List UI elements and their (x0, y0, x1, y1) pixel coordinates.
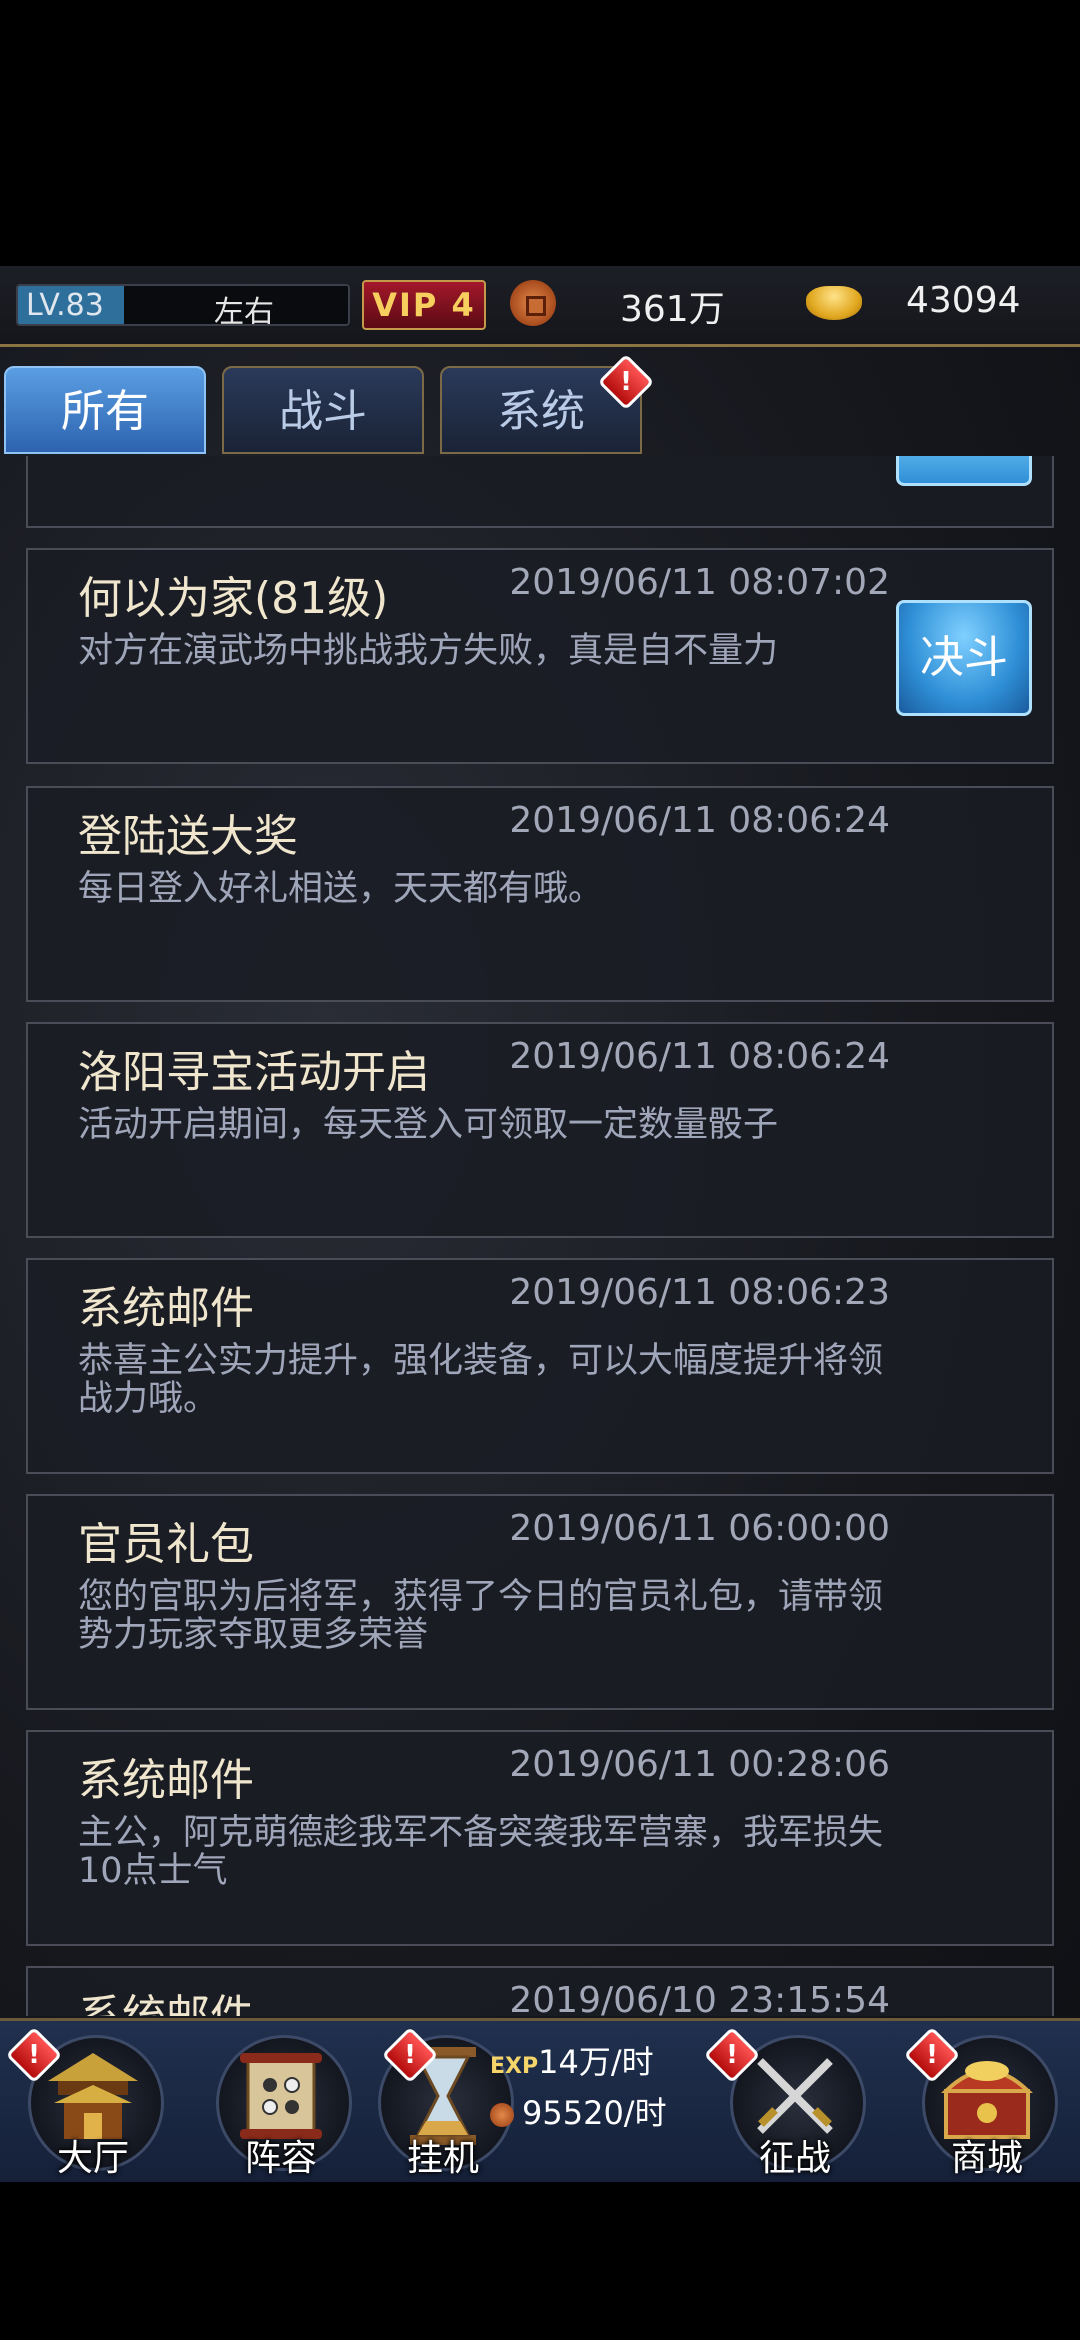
duel-button[interactable]: 决斗 (896, 600, 1032, 716)
tab-system-label: 系统 (497, 386, 585, 437)
mail-body: 对方在演武场中挑战我方失败，真是自不量力 (78, 631, 779, 671)
mail-title: 洛阳寻宝活动开启 (78, 1047, 430, 1098)
nav-hall[interactable]: 大厅 ! (5, 2026, 168, 2179)
mail-body: 每日登入好礼相送，天天都有哦。 (78, 869, 604, 909)
player-name: 左右 (214, 295, 274, 326)
mail-card[interactable]: 系统邮件 2019/06/11 08:06:23 恭喜主公实力提升，强化装备，可… (26, 1258, 1054, 1474)
mail-time: 2019/06/11 00:28:06 (509, 1744, 890, 1785)
mail-body: 恭喜主公实力提升，强化装备，可以大幅度提升将领战力哦。 (78, 1341, 884, 1419)
bottom-nav: 大厅 ! 阵容 挂机 ! EXP14万/时 95520/时 征战 ! 商城 ! (0, 2018, 1080, 2182)
duel-button-partial[interactable] (896, 456, 1032, 486)
nav-label: 挂机 (406, 2138, 479, 2179)
mail-body: 主公，阿克萌德趁我军不备突袭我军营寨，我军损失10点士气 (78, 1813, 884, 1891)
coin-icon (490, 2103, 514, 2127)
mail-list[interactable]: 何以为家(81级) 2019/06/11 08:07:02 对方在演武场中挑战我… (0, 456, 1080, 2016)
coin-amount: 361万 (620, 289, 725, 330)
tab-battle[interactable]: 战斗 (222, 366, 424, 454)
gold-amount: 43094 (906, 280, 1021, 321)
mail-time: 2019/06/11 08:06:24 (509, 1036, 890, 1077)
mail-card[interactable]: 官员礼包 2019/06/11 06:00:00 您的官职为后将军，获得了今日的… (26, 1494, 1054, 1710)
nav-label: 征战 (758, 2138, 831, 2179)
nav-shop[interactable]: 商城 ! (903, 2026, 1062, 2179)
mail-card[interactable]: 系统邮件 2019/06/10 23:15:54 (26, 1966, 1054, 2016)
idle-income: EXP14万/时 95520/时 (490, 2039, 667, 2136)
mail-title: 系统邮件 (78, 1755, 254, 1806)
status-bar: LV.83 左右 VIP 4 361万 43094 (0, 266, 1080, 347)
mail-time: 2019/06/11 06:00:00 (509, 1508, 890, 1549)
nav-label: 阵容 (244, 2138, 317, 2179)
gold-ingot-icon[interactable] (806, 286, 862, 320)
idle-exp-rate: 14万/时 (538, 2043, 654, 2081)
copper-coin-icon (510, 280, 556, 326)
mail-title: 系统邮件 (78, 1283, 254, 1334)
level-bar: LV.83 左右 (16, 284, 350, 326)
mail-body: 活动开启期间，每天登入可领取一定数量骰子 (78, 1105, 779, 1145)
mail-time: 2019/06/10 23:15:54 (509, 1980, 890, 2016)
nav-formation[interactable]: 阵容 (206, 2029, 356, 2179)
nav-label: 大厅 (56, 2138, 129, 2179)
vip-badge[interactable]: VIP 4 (362, 280, 486, 330)
mail-card[interactable]: 何以为家(81级) 2019/06/11 08:07:02 对方在演武场中挑战我… (26, 548, 1054, 764)
mail-card[interactable]: 洛阳寻宝活动开启 2019/06/11 08:06:24 活动开启期间，每天登入… (26, 1022, 1054, 1238)
mail-title: 系统邮件 (78, 1980, 254, 2016)
level-label: LV.83 (26, 288, 104, 323)
mail-title: 何以为家(81级) (78, 573, 389, 624)
mail-time: 2019/06/11 08:06:24 (509, 800, 890, 841)
mail-card[interactable]: 系统邮件 2019/06/11 00:28:06 主公，阿克萌德趁我军不备突袭我… (26, 1730, 1054, 1946)
tab-all[interactable]: 所有 (4, 366, 206, 454)
idle-coin-rate: 95520/时 (522, 2094, 667, 2132)
mail-time: 2019/06/11 08:07:02 (509, 562, 890, 603)
nav-campaign[interactable]: 征战 ! (703, 2026, 870, 2179)
mail-title: 官员礼包 (78, 1519, 254, 1570)
mail-body: 您的官职为后将军，获得了今日的官员礼包，请带领势力玩家夺取更多荣誉 (78, 1577, 884, 1655)
nav-label: 商城 (950, 2138, 1023, 2179)
mail-card-partial[interactable] (26, 456, 1054, 528)
game-screen: LV.83 左右 VIP 4 361万 43094 所有 战斗 系统 ! 何以为… (0, 266, 1080, 2182)
mail-title: 登陆送大奖 (78, 811, 298, 862)
mail-card[interactable]: 登陆送大奖 2019/06/11 08:06:24 每日登入好礼相送，天天都有哦… (26, 786, 1054, 1002)
mail-time: 2019/06/11 08:06:23 (509, 1272, 890, 1313)
exp-label: EXP (490, 2054, 539, 2079)
